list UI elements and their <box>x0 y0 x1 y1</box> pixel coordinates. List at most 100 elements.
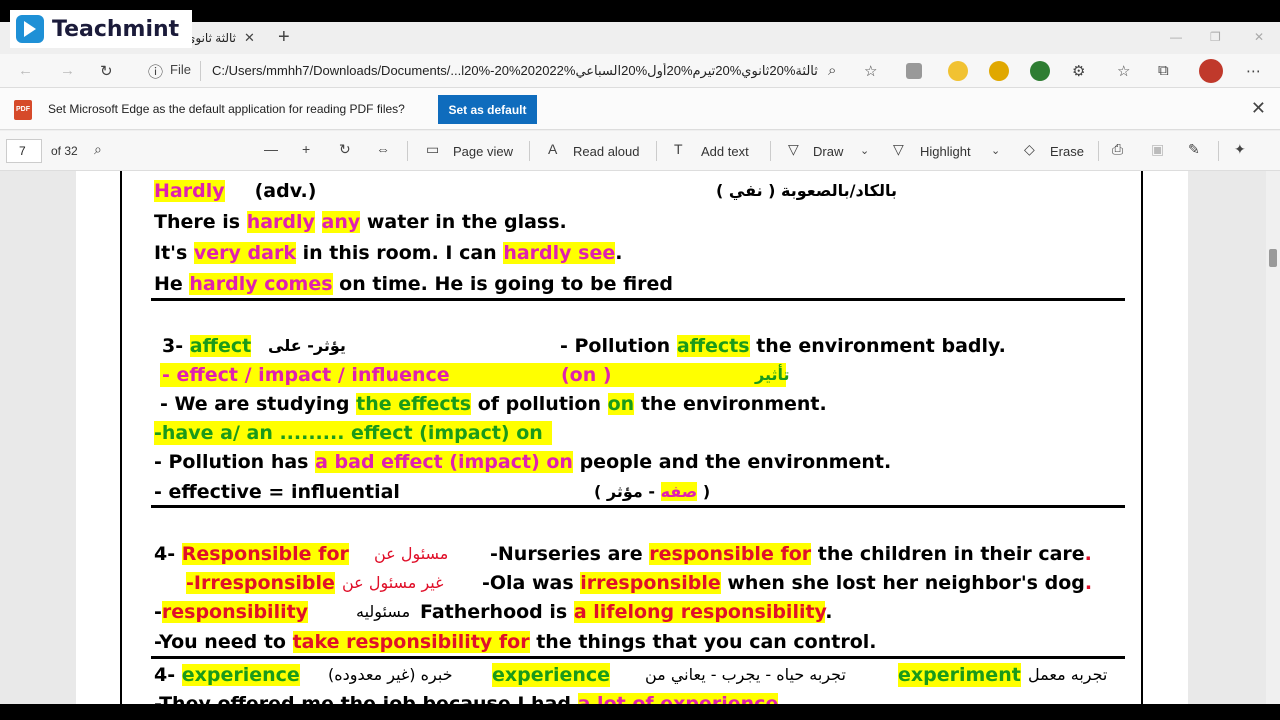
extensions-icon[interactable]: ⚙ <box>1072 62 1085 80</box>
toolbar-separator <box>1098 141 1099 161</box>
extension-icon-1[interactable] <box>906 63 922 79</box>
read-aloud-icon[interactable]: A <box>548 141 557 157</box>
title-bar <box>0 0 1280 22</box>
minimize-icon[interactable]: — <box>1170 30 1182 44</box>
extension-icon-2[interactable] <box>948 61 968 81</box>
draw-icon[interactable]: ▽ <box>788 141 799 158</box>
page-border-left <box>120 171 122 704</box>
hardly-example-1: There is hardly any water in the glass. <box>154 211 567 233</box>
toolbar-separator <box>656 141 657 161</box>
read-aloud-button[interactable]: Read aloud <box>573 144 640 159</box>
affect-example: - Pollution affects the environment badl… <box>560 335 1006 357</box>
teachmint-logo-text: Teachmint <box>52 16 180 42</box>
responsible-example: -Nurseries are responsible for the child… <box>490 543 1092 565</box>
restore-icon[interactable]: ❐ <box>1210 30 1221 44</box>
highlight-chevron-down-icon[interactable]: ⌄ <box>991 144 1000 157</box>
zoom-in-icon[interactable]: + <box>302 141 310 157</box>
close-tab-icon[interactable]: ✕ <box>244 30 255 46</box>
file-label: File <box>170 62 191 77</box>
fatherhood-example: Fatherhood is a lifelong responsibility. <box>420 601 833 623</box>
pin-toolbar-icon[interactable]: ✦ <box>1234 141 1246 158</box>
infobar-close-icon[interactable]: ✕ <box>1251 98 1266 119</box>
forward-icon[interactable]: → <box>60 62 75 79</box>
scrollbar-thumb[interactable] <box>1269 249 1277 267</box>
pdf-viewer[interactable]: Hardly (adv.) بالكاد/بالصعوبة ( نفي ) The… <box>0 171 1280 704</box>
highlight-icon[interactable]: ▽ <box>893 141 904 158</box>
extension-icon-4[interactable] <box>1030 61 1050 81</box>
highlight-button[interactable]: Highlight <box>920 144 971 159</box>
experience-arabic-1: خبره (غير معدوده) <box>328 665 453 684</box>
add-text-button[interactable]: Add text <box>701 144 749 159</box>
add-text-icon[interactable]: T <box>674 141 683 157</box>
hardly-heading: Hardly (adv.) <box>154 180 317 202</box>
profile-avatar[interactable] <box>1199 59 1223 83</box>
collections-icon[interactable]: ⧉ <box>1158 62 1169 79</box>
page-number-input[interactable]: 7 <box>6 139 42 163</box>
window-close-icon[interactable]: ✕ <box>1254 30 1264 44</box>
tab-pdf[interactable]: ثالثة ثانوي ✕ <box>186 26 266 50</box>
add-favorite-icon[interactable]: ☆ <box>864 62 877 80</box>
effective-line: - effective = influential <box>154 481 400 503</box>
info-icon[interactable]: ⓘ <box>148 61 163 82</box>
back-icon[interactable]: ← <box>18 62 33 79</box>
section-divider <box>151 505 1125 508</box>
draw-button[interactable]: Draw <box>813 144 843 159</box>
experiment-word: experiment <box>898 663 1021 687</box>
print-icon[interactable]: ⎙ <box>1112 141 1123 158</box>
toolbar-separator <box>529 141 530 161</box>
draw-chevron-down-icon[interactable]: ⌄ <box>860 144 869 157</box>
take-responsibility-example: -You need to take responsibility for the… <box>154 631 877 653</box>
toolbar-separator <box>1218 141 1219 161</box>
set-as-default-button[interactable]: Set as default <box>438 95 537 124</box>
section-divider <box>151 298 1125 301</box>
page-view-icon[interactable]: ▭ <box>426 141 439 158</box>
infobar-message: Set Microsoft Edge as the default applic… <box>48 102 405 116</box>
toolbar-separator <box>407 141 408 161</box>
hardly-example-2: It's very dark in this room. I can hardl… <box>154 242 623 264</box>
url-field[interactable]: C:/Users/mmhh7/Downloads/Documents/...l2… <box>212 63 822 79</box>
zoom-out-icon[interactable]: — <box>264 141 278 157</box>
pdf-icon: PDF <box>14 100 32 120</box>
erase-button[interactable]: Erase <box>1050 144 1084 159</box>
responsible-arabic: مسئول عن <box>374 544 449 563</box>
responsibility-line: -responsibility <box>154 601 309 623</box>
page-count: of 32 <box>51 144 78 158</box>
studying-example: - We are studying the effects of polluti… <box>160 393 827 415</box>
hardly-arabic: بالكاد/بالصعوبة ( نفي ) <box>716 181 897 200</box>
teachmint-watermark: Teachmint <box>10 10 192 48</box>
experience-word-2: experience <box>492 663 611 687</box>
irresponsible-word: -Irresponsible <box>186 572 335 594</box>
rotate-icon[interactable]: ↻ <box>339 141 351 158</box>
search-icon[interactable]: ⌕ <box>94 141 102 158</box>
erase-icon[interactable]: ◇ <box>1024 141 1035 158</box>
extension-icon-3[interactable] <box>989 61 1009 81</box>
zoom-icon[interactable]: ⌕ <box>828 62 836 79</box>
irresponsible-example: -Ola was irresponsible when she lost her… <box>482 572 1093 594</box>
address-separator <box>200 61 201 81</box>
have-effect-line: -have a/ an ......... effect (impact) on <box>154 421 552 445</box>
address-bar: ← → ↻ ⓘ File C:/Users/mmhh7/Downloads/Do… <box>0 54 1280 88</box>
more-menu-icon[interactable]: ⋯ <box>1246 62 1261 80</box>
new-tab-button[interactable]: + <box>278 26 290 48</box>
experiment-arabic: تجربه معمل <box>1028 665 1108 684</box>
default-app-infobar: PDF Set Microsoft Edge as the default ap… <box>0 88 1280 130</box>
effective-arabic: ( صفه - مؤثر ) <box>594 482 711 501</box>
pdf-toolbar: 7 of 32 ⌕ — + ↻ ⇔ ▭ Page view A Read alo… <box>0 131 1280 171</box>
save-as-icon[interactable]: ✎ <box>1188 141 1200 158</box>
section-divider <box>151 656 1125 659</box>
experience-heading: 4- experience <box>154 664 300 686</box>
page-border-right <box>1141 171 1143 704</box>
fit-page-icon[interactable]: ⇔ <box>376 141 390 157</box>
page-view-button[interactable]: Page view <box>453 144 513 159</box>
affect-heading: 3- affect <box>162 335 252 357</box>
pollution-example: - Pollution has a bad effect (impact) on… <box>154 451 892 473</box>
responsible-heading: 4- Responsible for <box>154 543 349 565</box>
bottom-bar <box>0 704 1280 720</box>
edge-window: Teachmint ثالثة ثانوي ✕ + — ❐ ✕ ← → ↻ ⓘ … <box>0 0 1280 720</box>
irresponsible-arabic: غير مسئول عن <box>342 573 444 592</box>
favorites-icon[interactable]: ☆ <box>1117 62 1130 80</box>
refresh-icon[interactable]: ↻ <box>100 62 113 80</box>
teachmint-logo-icon <box>16 15 44 43</box>
toolbar-separator <box>770 141 771 161</box>
save-icon[interactable]: ▣ <box>1151 141 1164 158</box>
